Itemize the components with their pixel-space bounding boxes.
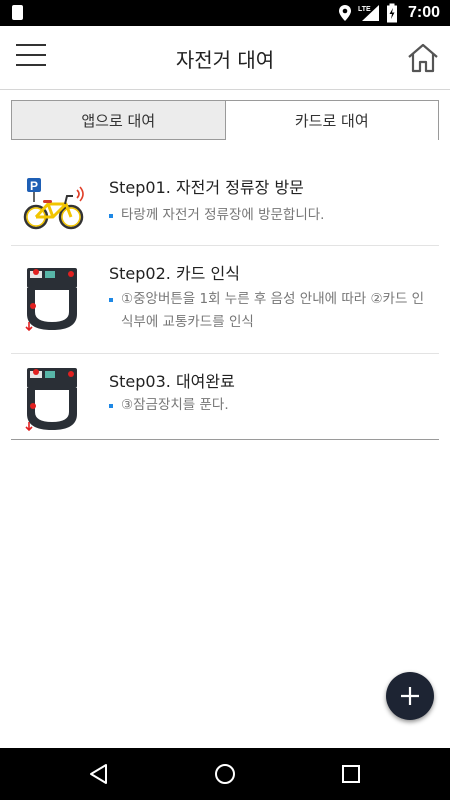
bike-lock-terminal-icon bbox=[25, 368, 77, 432]
svg-text:LTE: LTE bbox=[358, 6, 371, 13]
status-bar: LTE 7:00 bbox=[0, 0, 450, 26]
step-description: ③잠금장치를 푼다. bbox=[109, 394, 431, 417]
location-icon bbox=[338, 5, 351, 21]
app-bar: 자전거 대여 bbox=[0, 26, 450, 90]
step-title: Step02. 카드 인식 bbox=[109, 264, 240, 283]
tab-card-rental[interactable]: 카드로 대여 bbox=[224, 100, 439, 140]
recents-icon[interactable] bbox=[338, 761, 364, 787]
home-icon[interactable] bbox=[406, 42, 440, 74]
step-description: 타랑께 자전거 정류장에 방문합니다. bbox=[109, 204, 431, 227]
add-button[interactable] bbox=[386, 672, 434, 720]
step-description: ①중앙버튼을 1회 누른 후 음성 안내에 따라 ②카드 인식부에 교통카드를 … bbox=[109, 288, 431, 334]
tab-divider bbox=[11, 139, 225, 140]
step-list: P Step01. 자전거 정류장 방문 타랑께 자전거 정류장에 방문합니다. bbox=[11, 160, 439, 440]
back-icon[interactable] bbox=[86, 761, 112, 787]
list-item: Step03. 대여완료 ③잠금장치를 푼다. bbox=[11, 354, 439, 440]
clock: 7:00 bbox=[407, 4, 440, 21]
rental-method-tabs: 앱으로 대여 카드로 대여 bbox=[11, 100, 439, 140]
sd-card-icon bbox=[12, 5, 23, 20]
list-item: Step02. 카드 인식 ①중앙버튼을 1회 누른 후 음성 안내에 따라 ②… bbox=[11, 246, 439, 354]
step-title: Step03. 대여완료 bbox=[109, 372, 235, 391]
plus-icon bbox=[401, 687, 419, 705]
lte-signal-icon: LTE bbox=[358, 5, 379, 21]
list-item: P Step01. 자전거 정류장 방문 타랑께 자전거 정류장에 방문합니다. bbox=[11, 160, 439, 246]
page-title: 자전거 대여 bbox=[175, 48, 275, 72]
svg-text:P: P bbox=[30, 179, 38, 193]
home-nav-icon[interactable] bbox=[212, 761, 238, 787]
bicycle-parking-icon: P bbox=[23, 178, 84, 230]
tab-app-rental[interactable]: 앱으로 대여 bbox=[11, 100, 225, 140]
system-nav-bar bbox=[0, 748, 450, 800]
bike-lock-terminal-icon bbox=[25, 268, 77, 332]
step-title: Step01. 자전거 정류장 방문 bbox=[109, 178, 304, 197]
battery-icon bbox=[386, 3, 397, 23]
